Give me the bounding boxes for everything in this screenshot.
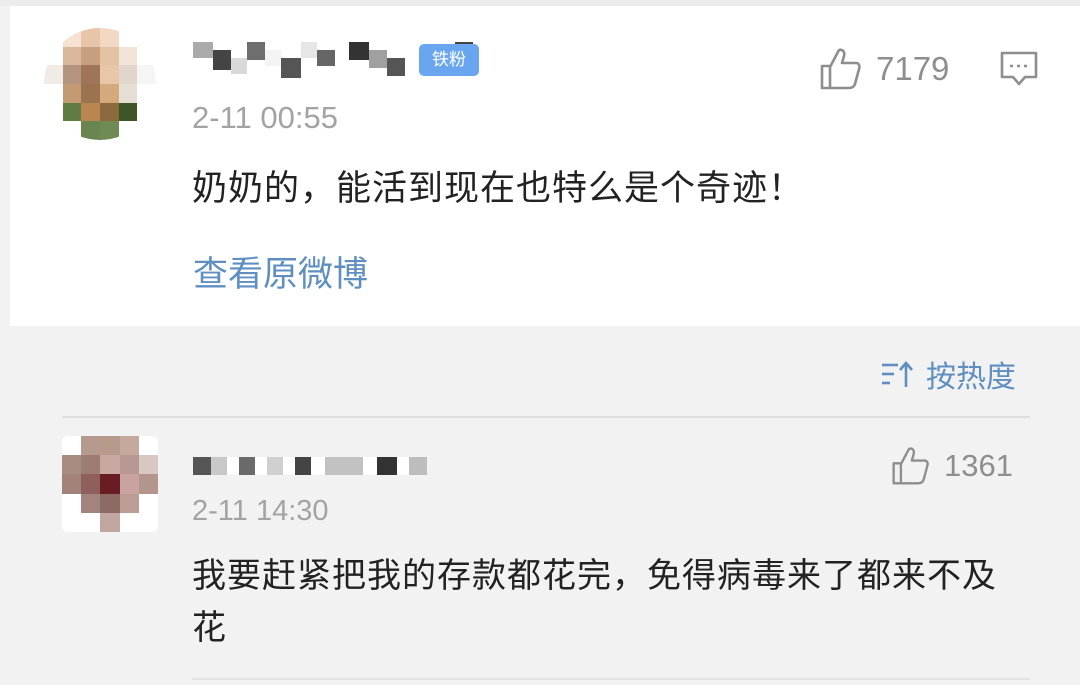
sort-label: 按热度 bbox=[926, 360, 1016, 395]
view-original-weibo-link[interactable]: 查看原微博 bbox=[193, 246, 368, 297]
bottom-divider bbox=[192, 678, 1030, 680]
reply-button[interactable] bbox=[998, 50, 1040, 88]
fan-badge: 铁粉 bbox=[419, 44, 479, 76]
reply-avatar[interactable] bbox=[62, 436, 158, 532]
main-like-count: 7179 bbox=[876, 50, 950, 87]
commenter-avatar[interactable] bbox=[44, 28, 156, 140]
comment-icon bbox=[1000, 51, 1038, 86]
sort-icon bbox=[882, 361, 913, 387]
thumbs-up-icon bbox=[892, 447, 929, 485]
main-comment-time: 2-11 00:55 bbox=[192, 100, 338, 135]
reply-text: 我要赶紧把我的存款都花完，免得病毒来了都来不及花 bbox=[192, 556, 997, 648]
sort-by-hot-button[interactable]: 按热度 bbox=[880, 352, 1016, 396]
reply-user-name[interactable] bbox=[193, 457, 427, 475]
main-like-button[interactable]: 7179 bbox=[818, 47, 949, 91]
main-comment-text: 奶奶的，能活到现在也特么是个奇迹！ bbox=[192, 169, 805, 209]
reply-like-count: 1361 bbox=[944, 448, 1013, 483]
thumbs-up-icon bbox=[820, 48, 861, 90]
reply-time: 2-11 14:30 bbox=[192, 495, 329, 527]
reply-like-button[interactable]: 1361 bbox=[890, 446, 1013, 486]
reply-divider bbox=[62, 416, 1030, 418]
